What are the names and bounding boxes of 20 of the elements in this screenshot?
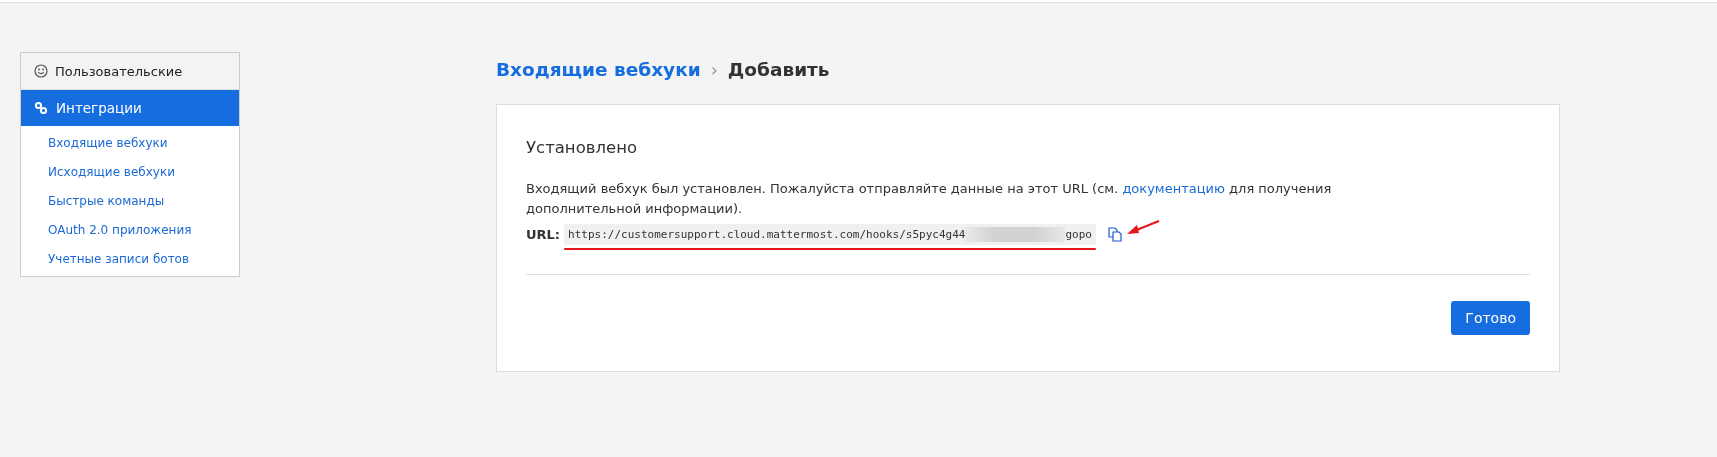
sidebar-item[interactable]: OAuth 2.0 приложения	[21, 216, 239, 245]
copy-icon[interactable]	[1107, 227, 1122, 242]
sidebar-item[interactable]: Исходящие вебхуки	[21, 158, 239, 187]
url-label: URL:	[526, 227, 561, 242]
link-icon	[34, 101, 48, 115]
sidebar-item[interactable]: Быстрые команды	[21, 187, 239, 216]
sidebar-group[interactable]: Интеграции	[21, 90, 239, 126]
arrow-annotation	[1125, 219, 1160, 236]
sidebar-item[interactable]: Учетные записи ботов	[21, 245, 239, 274]
done-button[interactable]: Готово	[1451, 301, 1530, 335]
sidebar-item[interactable]: Входящие вебхуки	[21, 129, 239, 158]
breadcrumb-link[interactable]: Входящие вебхуки	[496, 58, 701, 80]
sidebar-section[interactable]: Пользовательские	[21, 53, 239, 90]
documentation-link[interactable]: документацию	[1122, 181, 1225, 196]
url-code: https://customersupport.cloud.mattermost.com/hooks/s5pyc4g44 gopo	[564, 224, 1096, 245]
card-title: Установлено	[526, 138, 639, 157]
message-text: Входящий вебхук был установлен. Пожалуйста отправляйте данные на этот URL (см. документацию для получения дополнительной информации).	[526, 180, 1333, 218]
page-title: Добавить	[727, 58, 830, 80]
smiley-icon	[34, 64, 48, 78]
breadcrumb-separator: ›	[710, 58, 718, 80]
